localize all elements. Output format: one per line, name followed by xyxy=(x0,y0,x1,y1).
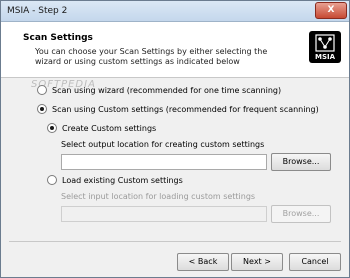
load-radio[interactable] xyxy=(47,175,57,185)
output-prompt-row: Select output location for creating cust… xyxy=(61,140,264,149)
custom-option-label: Scan using Custom settings (recommended … xyxy=(52,104,319,114)
msia-logo: MSIA xyxy=(309,31,341,63)
footer-divider xyxy=(9,241,341,242)
wizard-option[interactable]: Scan using wizard (recommended for one t… xyxy=(37,85,281,95)
create-radio[interactable] xyxy=(47,123,57,133)
network-icon xyxy=(315,34,335,52)
wizard-header: Scan Settings You can choose your Scan S… xyxy=(1,22,349,78)
input-browse-button[interactable]: Browse... xyxy=(271,205,331,223)
input-prompt-row: Select input location for loading custom… xyxy=(61,192,255,201)
logo-text: MSIA xyxy=(314,53,336,61)
output-location-field[interactable] xyxy=(61,154,267,170)
wizard-option-label: Scan using wizard (recommended for one t… xyxy=(52,85,282,95)
window-title: MSIA - Step 2 xyxy=(7,6,68,16)
input-location-field[interactable] xyxy=(61,206,267,222)
custom-radio[interactable] xyxy=(37,104,47,114)
custom-option[interactable]: Scan using Custom settings (recommended … xyxy=(37,104,319,114)
wizard-radio[interactable] xyxy=(37,85,47,95)
close-button[interactable]: X xyxy=(315,2,347,19)
title-bar[interactable]: MSIA - Step 2 X xyxy=(1,1,349,22)
back-button[interactable]: < Back xyxy=(177,253,229,271)
output-browse-button[interactable]: Browse... xyxy=(271,153,331,171)
page-description: You can choose your Scan Settings by eit… xyxy=(35,47,268,66)
page-title: Scan Settings xyxy=(23,33,93,43)
create-option[interactable]: Create Custom settings xyxy=(47,123,156,133)
output-prompt: Select output location for creating cust… xyxy=(61,140,265,149)
next-button[interactable]: Next > xyxy=(231,253,283,271)
create-option-label: Create Custom settings xyxy=(62,123,157,133)
load-option[interactable]: Load existing Custom settings xyxy=(47,175,183,185)
load-option-label: Load existing Custom settings xyxy=(62,175,183,185)
cancel-button[interactable]: Cancel xyxy=(289,253,341,271)
input-prompt: Select input location for loading custom… xyxy=(61,192,256,201)
wizard-window: MSIA - Step 2 X Scan Settings You can ch… xyxy=(0,0,350,278)
